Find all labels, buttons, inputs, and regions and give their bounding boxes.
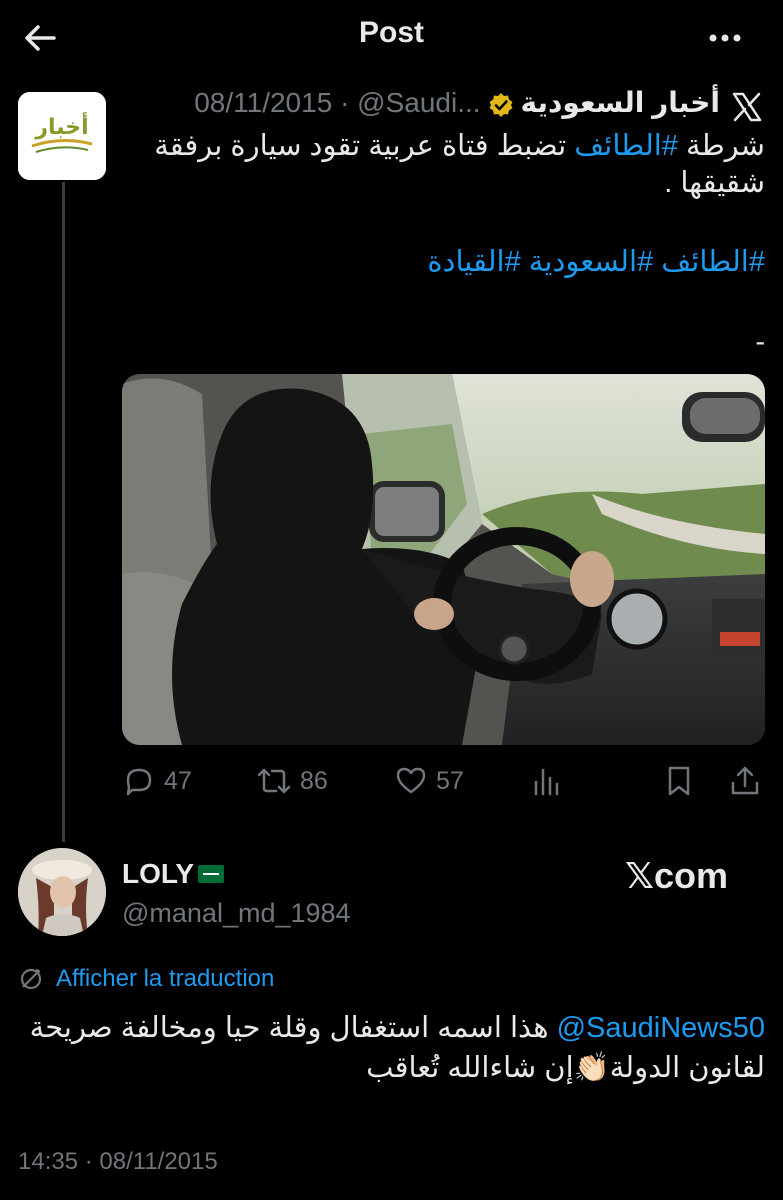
tweet-action-bar: 47 86 57	[122, 760, 765, 802]
reply-author-handle[interactable]: @manal_md_1984	[122, 898, 351, 929]
tweet-dash: -	[755, 326, 765, 358]
reply-icon	[122, 764, 164, 798]
translate-link[interactable]: Afficher la traduction	[18, 962, 274, 996]
author-avatar-logo[interactable]: أخبار	[18, 92, 106, 180]
top-bar: Post	[0, 0, 783, 75]
author-handle[interactable]: @Saudi...	[357, 87, 480, 118]
x-com-domain: com	[654, 855, 729, 896]
logo-wordmark: أخبار	[34, 111, 88, 140]
thread-connector-line	[62, 182, 65, 842]
reply-text: @SaudiNews50 هذا اسمه استغفال وقلة حيا و…	[18, 1008, 765, 1088]
x-logo-icon: 𝕏	[625, 856, 655, 897]
saudi-flag-icon	[198, 864, 225, 883]
author-name[interactable]: أخبار السعودية	[521, 87, 720, 118]
reply-count: 47	[164, 766, 192, 795]
tweet-hashtags[interactable]: #الطائف #السعودية #القيادة	[120, 244, 765, 279]
bookmark-action[interactable]	[662, 760, 704, 802]
x-com-watermark: 𝕏com	[625, 855, 728, 897]
x-logo-icon	[730, 90, 764, 124]
heart-icon	[394, 764, 436, 798]
tweet-meta-row: أخبار السعودية @Saudi... · 08/11/2015	[120, 86, 720, 126]
like-action[interactable]: 57	[394, 760, 464, 802]
repost-icon	[256, 764, 300, 798]
tweet-text: شرطة #الطائف تضبط فتاة عربية تقود سيارة …	[120, 128, 765, 202]
reply-mention-link[interactable]: @SaudiNews50	[557, 1012, 765, 1044]
like-count: 57	[436, 766, 464, 795]
tweet-text-prefix: شرطة	[678, 130, 765, 162]
repost-count: 86	[300, 766, 328, 795]
reply-action[interactable]: 47	[122, 760, 192, 802]
share-icon	[728, 764, 770, 798]
bookmark-icon	[662, 764, 704, 798]
repost-action[interactable]: 86	[256, 760, 328, 802]
reply-avatar[interactable]	[18, 848, 106, 936]
translate-icon	[18, 966, 44, 992]
tweet-media-image[interactable]	[122, 374, 765, 745]
reply-author-row[interactable]: LOLY	[122, 858, 225, 890]
page-title: Post	[358, 16, 424, 49]
views-action[interactable]	[530, 760, 572, 802]
reply-timestamp[interactable]: 14:35 · 08/11/2015	[18, 1148, 218, 1176]
verified-badge-icon	[487, 91, 515, 119]
translate-label[interactable]: Afficher la traduction	[56, 965, 274, 993]
tweet-hashtag-link[interactable]: #الطائف	[574, 130, 678, 162]
meta-separator: ·	[340, 87, 350, 118]
share-action[interactable]	[728, 760, 770, 802]
tweet-date[interactable]: 08/11/2015	[194, 87, 332, 118]
reply-author-name[interactable]: LOLY	[122, 858, 194, 889]
more-options-icon[interactable]	[700, 18, 750, 58]
analytics-icon	[530, 764, 572, 798]
